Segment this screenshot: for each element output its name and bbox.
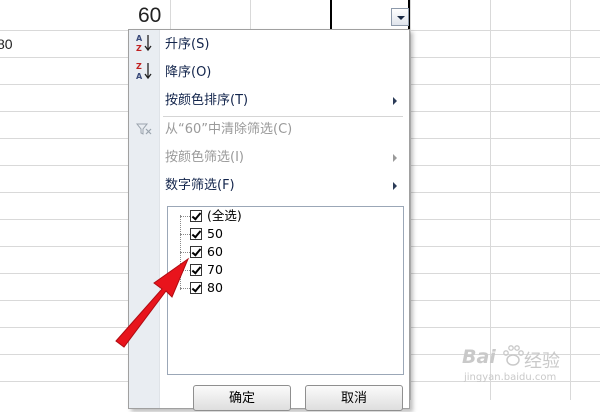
- menu-item-label: 数字筛选(F): [165, 178, 235, 193]
- paw-icon: [503, 345, 524, 366]
- watermark-suffix: 经验: [524, 351, 560, 372]
- filter-dropdown-button[interactable]: [391, 8, 409, 26]
- cell-value[interactable]: 80: [0, 36, 13, 52]
- checkbox-checked[interactable]: [190, 210, 202, 222]
- cancel-button[interactable]: 取消: [305, 385, 403, 411]
- clear-filter-icon: [136, 123, 152, 135]
- submenu-arrow-icon: [393, 182, 397, 190]
- menu-item-clear-filter: 从“60”中清除筛选(C): [165, 122, 293, 137]
- submenu-arrow-icon: [393, 154, 397, 162]
- menu-item-filter-by-color: 按颜色筛选(I): [165, 146, 401, 170]
- menu-item-sort-by-color[interactable]: 按颜色排序(T): [165, 89, 401, 113]
- sort-descending-icon: Z A: [136, 62, 152, 81]
- submenu-arrow-icon: [393, 97, 397, 105]
- tree-connector: [180, 234, 190, 235]
- menu-separator: [163, 116, 403, 117]
- watermark-brand: Bai: [462, 346, 496, 368]
- watermark-url: jingyan.baidu.com: [464, 372, 557, 383]
- menu-item-sort-ascending[interactable]: 升序(S): [165, 33, 401, 57]
- sort-ascending-icon: A Z: [136, 34, 152, 53]
- filter-value-list[interactable]: (全选) 50 60 70 80: [167, 206, 404, 375]
- menu-icon-strip: [129, 30, 160, 408]
- checkbox-label: 60: [207, 244, 223, 259]
- column-divider: [410, 0, 411, 400]
- menu-item-label: 按颜色筛选(I): [165, 150, 244, 165]
- svg-text:A: A: [136, 72, 143, 81]
- checkbox-label: (全选): [207, 208, 242, 223]
- checkbox-label: 80: [207, 280, 223, 295]
- menu-item-sort-descending[interactable]: 降序(O): [165, 61, 401, 85]
- svg-text:Z: Z: [136, 62, 142, 71]
- menu-item-label: 按颜色排序(T): [165, 93, 249, 108]
- ok-button[interactable]: 确定: [193, 385, 291, 411]
- menu-item-number-filters[interactable]: 数字筛选(F): [165, 174, 401, 198]
- tree-connector: [180, 216, 190, 217]
- cell-value[interactable]: 60: [138, 4, 161, 28]
- autofilter-menu: A Z 升序(S) Z A 降序(O) 按颜色排序(T) 从“60”中清除筛选(…: [128, 29, 410, 411]
- column-divider: [570, 0, 571, 400]
- checkbox-checked[interactable]: [190, 228, 202, 240]
- checkbox-label: 50: [207, 226, 223, 241]
- checkbox-label: 70: [207, 262, 223, 277]
- svg-text:A: A: [136, 34, 143, 43]
- column-divider: [490, 0, 491, 400]
- svg-text:Z: Z: [136, 44, 142, 53]
- watermark: Bai 经验 jingyan.baidu.com: [462, 342, 594, 392]
- red-arrow-icon: [115, 257, 190, 348]
